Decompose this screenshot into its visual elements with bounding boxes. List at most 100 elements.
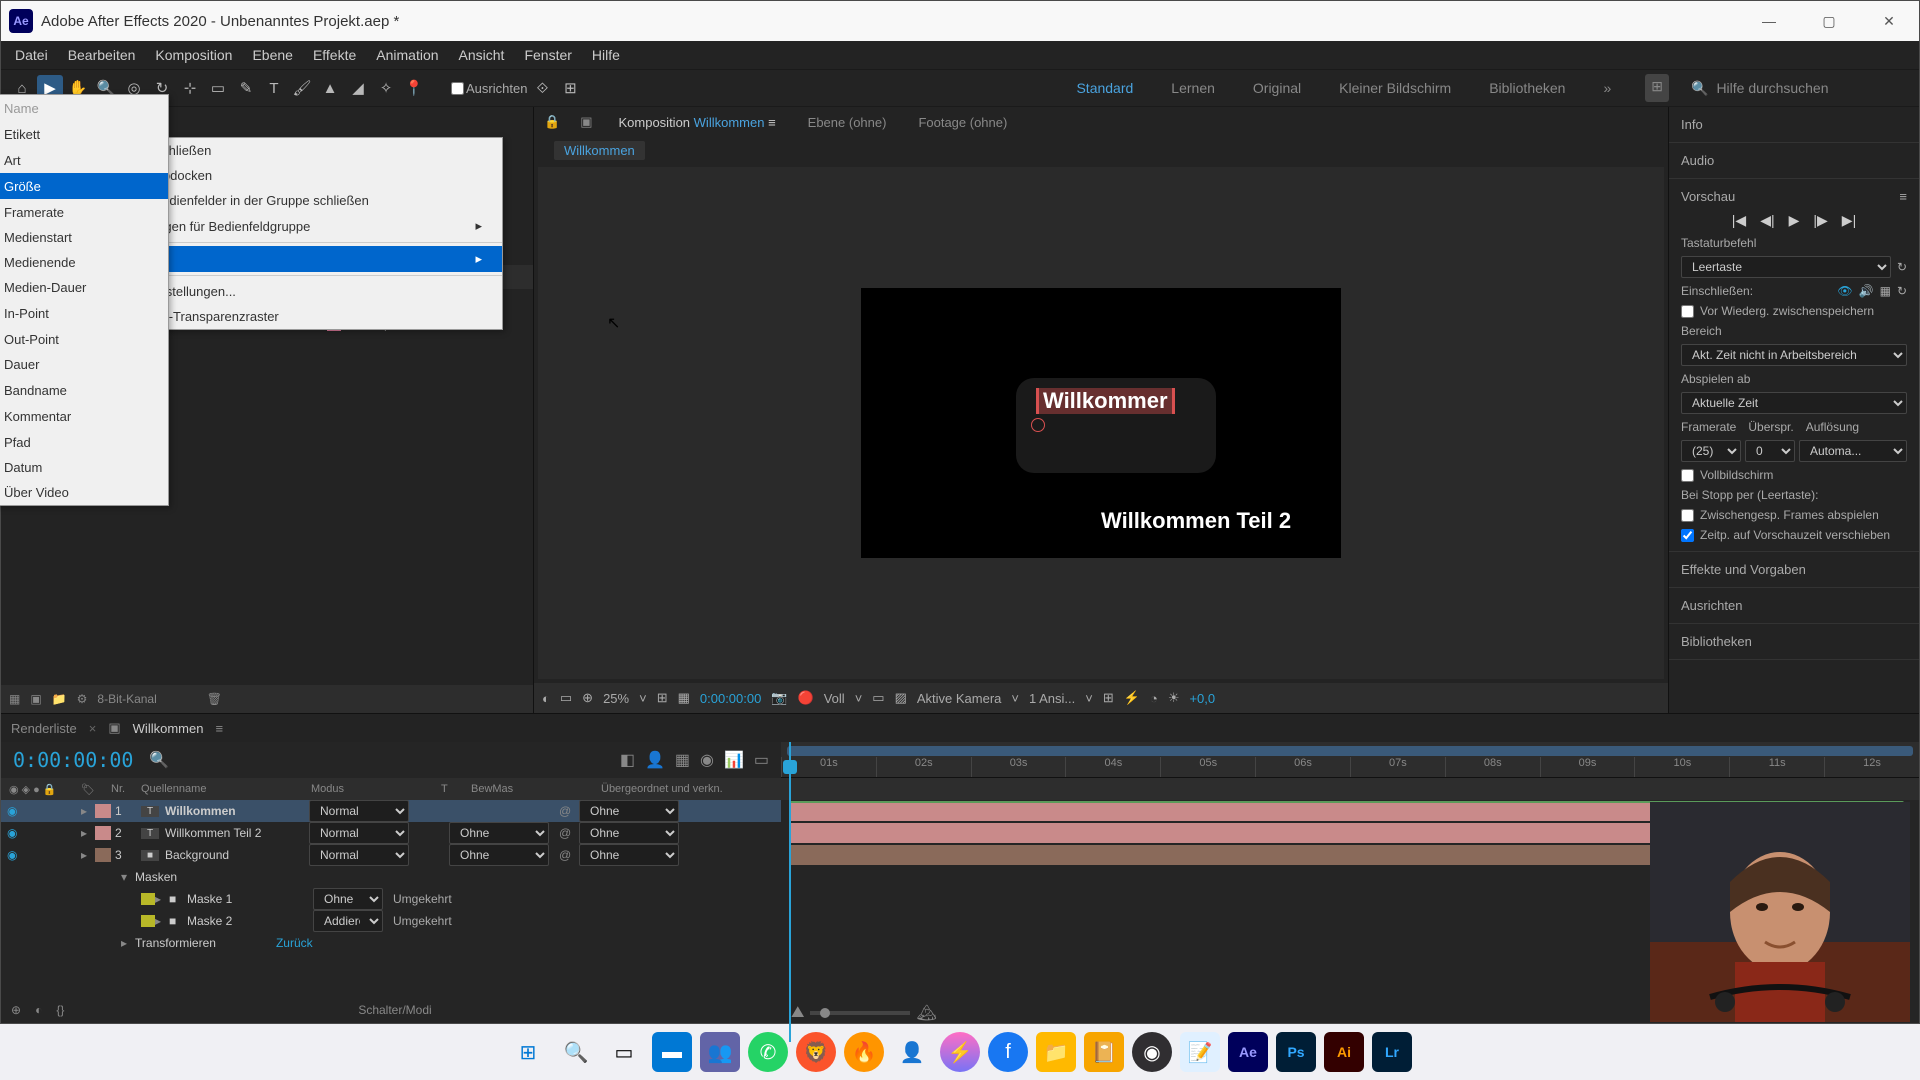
toggle-modes-icon[interactable]: ◐ — [35, 1003, 42, 1017]
first-frame-icon[interactable]: |◀ — [1732, 212, 1746, 229]
layer-row[interactable]: ◉▸1TWillkommenNormal@Ohne — [1, 800, 781, 822]
layer-row[interactable]: ◉▸2TWillkommen Teil 2NormalOhne@Ohne — [1, 822, 781, 844]
playhead[interactable] — [789, 742, 791, 1042]
stamp-tool[interactable]: ▲ — [317, 75, 343, 101]
play-icon[interactable]: ▶ — [1789, 212, 1800, 229]
fullscreen-checkbox[interactable] — [1681, 469, 1694, 482]
app-icon[interactable]: 📔 — [1084, 1032, 1124, 1072]
cm-col-name[interactable]: ✓Name — [0, 95, 168, 121]
maximize-button[interactable]: ▢ — [1799, 1, 1859, 41]
explorer-icon[interactable]: ▬ — [652, 1032, 692, 1072]
ruler-mark[interactable]: 02s — [876, 757, 971, 777]
minimize-button[interactable]: — — [1739, 1, 1799, 41]
menu-ebene[interactable]: Ebene — [242, 43, 302, 67]
ruler-mark[interactable]: 11s — [1729, 757, 1824, 777]
col-t[interactable]: T — [441, 783, 471, 795]
cm-col-etikett[interactable]: ✓Etikett — [0, 121, 168, 147]
menu-animation[interactable]: Animation — [366, 43, 448, 67]
shy-icon[interactable]: 👤 — [645, 750, 665, 770]
search-placeholder[interactable]: Hilfe durchsuchen — [1716, 80, 1828, 96]
draft-icon[interactable]: ▭ — [754, 750, 769, 770]
snap-checkbox[interactable] — [451, 82, 464, 95]
playfrom-select[interactable]: Aktuelle Zeit — [1681, 392, 1907, 414]
new-folder-icon[interactable]: 📁 — [52, 692, 67, 706]
cm-col-datum[interactable]: Datum — [0, 455, 168, 480]
ai-taskbar-icon[interactable]: Ai — [1324, 1032, 1364, 1072]
audio-panel[interactable]: Audio — [1681, 153, 1714, 168]
layer-tab[interactable]: Ebene (ohne) — [802, 111, 893, 134]
exposure[interactable]: +0,0 — [1189, 691, 1215, 706]
zoom-in-icon[interactable]: 🏔 — [916, 1003, 936, 1023]
libraries-panel[interactable]: Bibliotheken — [1681, 634, 1752, 649]
motion-blur-icon[interactable]: ◉ — [700, 750, 714, 770]
col-trkmat[interactable]: BewMas — [471, 783, 601, 795]
shape-tool[interactable]: ▭ — [205, 75, 231, 101]
masks-group[interactable]: Masken — [127, 870, 177, 884]
ruler-mark[interactable]: 05s — [1160, 757, 1255, 777]
text-layer-1[interactable]: Willkommer — [1036, 388, 1175, 414]
pen-tool[interactable]: ✎ — [233, 75, 259, 101]
workspace-kleiner[interactable]: Kleiner Bildschirm — [1335, 74, 1455, 102]
resolution-select[interactable]: Voll — [824, 691, 845, 706]
next-frame-icon[interactable]: |▶ — [1813, 212, 1827, 229]
col-source[interactable]: Quellenname — [141, 783, 311, 795]
work-area-bar[interactable] — [787, 746, 1913, 756]
safe-icon[interactable]: ▦ — [678, 690, 690, 706]
fast-preview-icon[interactable]: ⚡ — [1124, 690, 1140, 706]
menu-datei[interactable]: Datei — [5, 43, 58, 67]
anchor-point-icon[interactable] — [1031, 418, 1045, 432]
cm-col-bandname[interactable]: ✓Bandname — [0, 377, 168, 403]
menu-bearbeiten[interactable]: Bearbeiten — [58, 43, 146, 67]
loop-icon[interactable]: ↻ — [1897, 284, 1907, 298]
camera-select[interactable]: Aktive Kamera — [917, 691, 1002, 706]
reset-link[interactable]: Zurück — [216, 936, 313, 950]
col-parent[interactable]: Übergeordnet und verkn. — [601, 783, 723, 795]
col-mode[interactable]: Modus — [311, 783, 441, 795]
mask-row[interactable]: ▸■Maske 2Addiere...Umgekehrt — [1, 910, 781, 932]
settings-icon[interactable]: ⚙ — [77, 692, 88, 706]
cm-col-in-point[interactable]: ✓In-Point — [0, 300, 168, 326]
firefox-icon[interactable]: 🔥 — [844, 1032, 884, 1072]
ruler-mark[interactable]: 07s — [1350, 757, 1445, 777]
ruler-mark[interactable]: 08s — [1445, 757, 1540, 777]
ae-taskbar-icon[interactable]: Ae — [1228, 1032, 1268, 1072]
snap-grid-icon[interactable]: ⊞ — [557, 75, 583, 101]
eraser-tool[interactable]: ◢ — [345, 75, 371, 101]
files-icon[interactable]: 📁 — [1036, 1032, 1076, 1072]
breadcrumb[interactable]: Willkommen — [554, 141, 645, 160]
menu-komposition[interactable]: Komposition — [145, 43, 242, 67]
timeline-icon[interactable]: ◔ — [1150, 691, 1158, 706]
lock-icon[interactable]: 🔒 — [544, 114, 560, 130]
lr-taskbar-icon[interactable]: Lr — [1372, 1032, 1412, 1072]
toggle-inout-icon[interactable]: {} — [56, 1003, 64, 1017]
messenger-icon[interactable]: ⚡ — [940, 1032, 980, 1072]
timecode[interactable]: 0:00:00:00 — [13, 748, 133, 772]
interpret-icon[interactable]: ▦ — [9, 692, 20, 706]
frame-blend-icon[interactable]: ▦ — [675, 750, 690, 770]
workspace-more-icon[interactable]: » — [1599, 74, 1615, 102]
teams-icon[interactable]: 👥 — [700, 1032, 740, 1072]
cm-col-über video[interactable]: Über Video — [0, 480, 168, 505]
trash-icon[interactable]: 🗑 — [207, 692, 222, 706]
res-select[interactable]: Automa... — [1799, 440, 1907, 462]
workspace-standard[interactable]: Standard — [1072, 74, 1137, 102]
transform-group[interactable]: Transformieren — [127, 936, 216, 950]
facebook-icon[interactable]: f — [988, 1032, 1028, 1072]
brave-icon[interactable]: 🦁 — [796, 1032, 836, 1072]
movetime-checkbox[interactable] — [1681, 529, 1694, 542]
shortcut-select[interactable]: Leertaste — [1681, 256, 1891, 278]
effects-panel[interactable]: Effekte und Vorgaben — [1681, 562, 1806, 577]
eye-icon[interactable]: 👁 — [1837, 284, 1852, 298]
ruler-mark[interactable]: 03s — [971, 757, 1066, 777]
ruler-mark[interactable]: 10s — [1634, 757, 1729, 777]
obs-icon[interactable]: ◉ — [1132, 1032, 1172, 1072]
overlay-icon[interactable]: ▦ — [1880, 284, 1891, 298]
search-icon[interactable]: 🔍 — [149, 750, 169, 770]
preview-panel[interactable]: Vorschau — [1681, 189, 1735, 204]
channel-icon[interactable]: 🔴 — [798, 690, 814, 706]
pixel-icon[interactable]: ⊞ — [1103, 690, 1114, 706]
ruler-mark[interactable]: 06s — [1255, 757, 1350, 777]
info-panel[interactable]: Info — [1681, 117, 1703, 132]
cache-checkbox[interactable] — [1681, 305, 1694, 318]
layer-row[interactable]: ◉▸3■BackgroundNormalOhne@Ohne — [1, 844, 781, 866]
